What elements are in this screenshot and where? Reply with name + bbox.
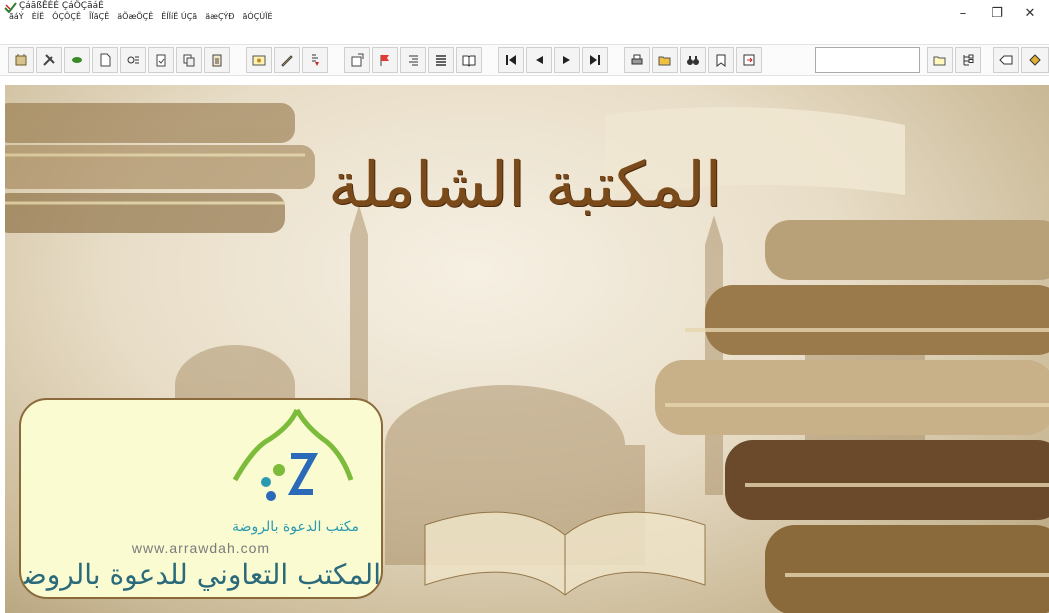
align-right-icon [409, 55, 418, 66]
book-open-button[interactable] [456, 47, 482, 73]
open-file-button[interactable] [927, 47, 953, 73]
highlighter-button[interactable] [1021, 47, 1049, 73]
binoculars-button[interactable] [680, 47, 706, 73]
tag-icon [999, 55, 1013, 65]
copy-icon [183, 54, 195, 67]
library-icon [15, 54, 27, 66]
pencil-button[interactable] [274, 47, 300, 73]
search-input[interactable] [815, 47, 920, 73]
splash-area: المكتبة الشاملة مكتب الدعوة بالروضة www.… [5, 85, 1049, 613]
menu-item-file[interactable]: ãáÝ [9, 12, 24, 24]
open-folder-button[interactable] [652, 47, 678, 73]
bookmark-button[interactable] [708, 47, 734, 73]
search-text-button[interactable] [120, 47, 146, 73]
export-icon [743, 54, 755, 66]
menu-item-search[interactable]: ÈÍË [32, 12, 44, 24]
clipboard-check-icon [156, 54, 166, 67]
menu-item-texts[interactable]: äÕæÕÇÊ [117, 12, 153, 24]
previous-page-icon [536, 56, 543, 64]
image-icon [252, 55, 266, 66]
bookmark-icon [716, 54, 726, 67]
align-justify-button[interactable] [428, 47, 454, 73]
menu-item-update[interactable]: ÊÍÏíË ÚÇã [161, 12, 197, 24]
leaf-button[interactable] [64, 47, 90, 73]
properties-icon [351, 53, 364, 67]
open-folder-icon [658, 56, 671, 66]
menu-item-screens[interactable]: ÔÇÔÇÊ [52, 12, 81, 24]
menu-item-services[interactable]: ÎÏãÇÊ [89, 12, 109, 24]
menu-bar: ãáÝ ÈÍË ÔÇÔÇÊ ÎÏãÇÊ äÕæÕÇÊ ÊÍÏíË ÚÇã äæÇ… [9, 12, 273, 24]
tree-icon [963, 54, 974, 66]
next-page-button[interactable] [554, 47, 580, 73]
publisher-url: www.arrawdah.com [131, 540, 271, 556]
image-button[interactable] [246, 47, 272, 73]
properties-button[interactable] [344, 47, 370, 73]
index-button[interactable] [302, 47, 328, 73]
red-flag-icon [380, 55, 389, 66]
export-button[interactable] [736, 47, 762, 73]
paste-button[interactable] [204, 47, 230, 73]
book-open-icon [462, 55, 476, 67]
print-button[interactable] [624, 47, 650, 73]
tools-icon [43, 54, 55, 66]
align-justify-icon [436, 55, 446, 66]
library-button[interactable] [8, 47, 34, 73]
new-page-icon [100, 53, 111, 67]
first-page-icon [506, 55, 516, 65]
pencil-icon [281, 55, 293, 67]
search-text-icon [127, 56, 139, 64]
highlighter-icon [1029, 54, 1041, 66]
align-right-button[interactable] [400, 47, 426, 73]
publisher-name-arabic: مكتب الدعوة بالروضة [232, 519, 359, 535]
open-file-icon [933, 56, 946, 66]
red-flag-button[interactable] [372, 47, 398, 73]
toolbar [0, 44, 1049, 76]
paste-icon [212, 54, 222, 67]
tools-button[interactable] [36, 47, 62, 73]
copy-button[interactable] [176, 47, 202, 73]
last-page-icon [590, 55, 600, 65]
first-page-button[interactable] [498, 47, 524, 73]
new-page-button[interactable] [92, 47, 118, 73]
leaf-icon [72, 57, 82, 63]
clipboard-check-button[interactable] [148, 47, 174, 73]
close-button[interactable]: ✕ [1013, 0, 1047, 26]
index-icon [312, 54, 319, 66]
window-title: ÇáãßÊÈÉ ÇáÔÇãáÉ [19, 1, 104, 11]
last-page-button[interactable] [582, 47, 608, 73]
left-books-image [5, 103, 315, 233]
tree-button[interactable] [955, 47, 981, 73]
print-icon [631, 54, 643, 65]
library-title-calligraphy: المكتبة الشاملة [328, 148, 722, 221]
binoculars-icon [687, 56, 699, 65]
next-page-icon [563, 56, 570, 64]
tag-button[interactable] [993, 47, 1019, 73]
publisher-calligraphy: المكتب التعاوني للدعوة بالروضة [19, 558, 381, 591]
publisher-logo-panel: مكتب الدعوة بالروضة www.arrawdah.com الم… [19, 398, 383, 599]
menu-item-help[interactable]: ãÓÇÚÏÉ [243, 12, 273, 24]
menu-item-windows[interactable]: äæÇÝÐ [205, 12, 234, 24]
minimize-button[interactable]: – [946, 0, 980, 26]
maximize-button[interactable]: ❐ [980, 0, 1014, 26]
previous-page-button[interactable] [526, 47, 552, 73]
